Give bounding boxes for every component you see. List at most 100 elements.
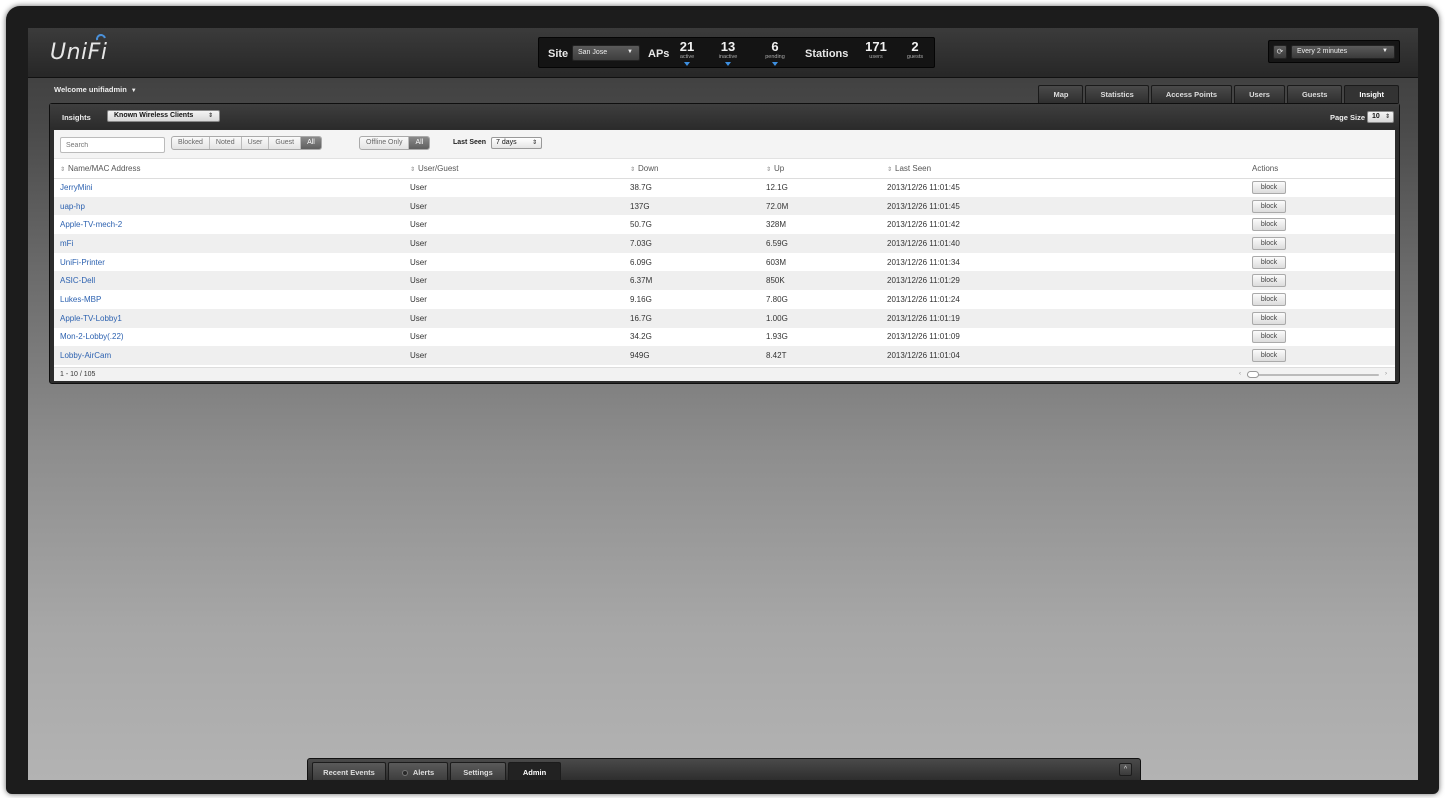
block-button[interactable]: block <box>1252 255 1286 269</box>
offline-filter-group: Offline Only All <box>359 136 431 150</box>
client-up: 6.59G <box>766 234 887 253</box>
client-down: 9.16G <box>630 294 652 304</box>
last-seen-label: Last Seen <box>453 139 487 146</box>
block-button[interactable]: block <box>1252 330 1286 344</box>
aps-pending-stat[interactable]: 6 pending <box>758 40 792 66</box>
tab-recent-events[interactable]: Recent Events <box>312 762 386 780</box>
filter-guest[interactable]: Guest <box>269 137 302 149</box>
client-up: 850K <box>766 271 887 291</box>
stat-label: pending <box>765 54 785 60</box>
client-name[interactable]: Apple-TV-mech-2 <box>54 215 410 234</box>
table-row: Apple-TV-Lobby1 User 16.7G 1.00G 2013/12/26 … <box>54 308 1395 328</box>
chevron-up-icon[interactable]: ^ <box>1119 763 1132 776</box>
tab-map[interactable]: Map <box>1038 85 1084 103</box>
block-button[interactable]: block <box>1252 199 1286 213</box>
filter-offline-only[interactable]: Offline Only <box>360 137 410 149</box>
search-input[interactable] <box>60 137 165 153</box>
page-size-select[interactable]: 10 ⇕ <box>1367 111 1394 123</box>
tab-alerts[interactable]: Alerts <box>388 762 448 780</box>
stations-users-stat[interactable]: 171 users <box>859 40 893 61</box>
caret-down-icon <box>725 62 731 66</box>
stat-number: 21 <box>679 39 695 54</box>
stat-number: 2 <box>911 39 919 54</box>
client-name[interactable]: Apple-TV-Lobby1 <box>54 308 410 328</box>
stations-guests-stat[interactable]: 2 guests <box>898 40 932 61</box>
site-select[interactable]: San Jose ▼ <box>572 45 640 61</box>
client-name[interactable]: ASIC-Dell <box>54 271 410 291</box>
client-last-seen: 2013/12/26 11:01:29 <box>887 271 1252 291</box>
tab-admin[interactable]: Admin <box>508 762 561 780</box>
caret-down-icon <box>772 62 778 66</box>
client-last-seen: 2013/12/26 11:01:09 <box>887 332 960 342</box>
actions-cell: block <box>1252 346 1395 365</box>
sort-icon: ⇕ <box>887 167 893 174</box>
client-down: 6.37M <box>630 271 766 291</box>
block-button[interactable]: block <box>1252 218 1286 232</box>
client-name[interactable]: mFi <box>54 234 410 253</box>
col-up[interactable]: ⇕ Up <box>766 160 887 179</box>
clients-content: Blocked Noted User Guest All Offline Onl… <box>54 130 1395 381</box>
page-size-value: 10 <box>1372 113 1380 120</box>
site-label: Site <box>548 48 569 60</box>
col-name[interactable]: ⇕ Name/MAC Address <box>54 160 410 179</box>
col-down[interactable]: ⇕ Down <box>630 160 766 179</box>
aps-label: APs <box>648 48 670 60</box>
client-name[interactable]: JerryMini <box>54 178 410 197</box>
block-button[interactable]: block <box>1252 311 1286 325</box>
tab-users[interactable]: Users <box>1234 85 1285 103</box>
tab-settings-bottom[interactable]: Settings <box>450 762 506 780</box>
client-down: 6.09G <box>630 257 652 267</box>
block-button[interactable]: block <box>1252 349 1286 363</box>
client-up: 8.42T <box>766 346 887 365</box>
client-last-seen: 2013/12/26 11:01:45 <box>887 183 960 193</box>
stat-label: active <box>679 54 695 60</box>
aps-inactive-stat[interactable]: 13 inactive <box>711 40 745 66</box>
page-slider[interactable]: ‹ › <box>1239 371 1387 378</box>
main-tabs: Map Statistics Access Points Users Guest… <box>1036 85 1399 103</box>
filter-user[interactable]: User <box>242 137 270 149</box>
refresh-icon[interactable]: ⟳ <box>1273 45 1287 59</box>
client-down: 137G <box>630 196 766 216</box>
filter-blocked[interactable]: Blocked <box>172 137 210 149</box>
tab-guests[interactable]: Guests <box>1286 85 1343 103</box>
client-name[interactable]: uap-hp <box>54 196 410 216</box>
last-seen-select[interactable]: 7 days ⇕ <box>491 137 542 149</box>
table-row: Lukes-MBP User 9.16G 7.80G 2013/12/26 11:01:… <box>54 290 1395 309</box>
slider-knob[interactable] <box>1247 371 1259 378</box>
refresh-interval-select[interactable]: Every 2 minutes ▼ <box>1291 45 1395 59</box>
welcome-menu[interactable]: Welcome unifiadmin ▼ <box>54 85 137 94</box>
tab-insight[interactable]: Insight <box>1344 85 1399 103</box>
client-down: 34.2G <box>630 332 652 342</box>
status-bar: Site San Jose ▼ APs 21 active 13 inactiv… <box>538 37 935 68</box>
tab-statistics[interactable]: Statistics <box>1085 85 1149 103</box>
client-name[interactable]: Mon-2-Lobby(.22) <box>54 328 410 347</box>
block-button[interactable]: block <box>1252 181 1286 195</box>
client-type: User <box>410 220 427 230</box>
filter-all[interactable]: All <box>301 137 321 149</box>
aps-active-stat[interactable]: 21 active <box>670 40 704 66</box>
client-down: 7.03G <box>630 234 766 253</box>
filter-offline-all[interactable]: All <box>409 137 430 149</box>
actions-cell: block <box>1252 308 1395 328</box>
select-arrows-icon: ⇕ <box>531 140 537 146</box>
block-button[interactable]: block <box>1252 274 1286 288</box>
client-type: User <box>410 332 427 342</box>
chevron-left-icon[interactable]: ‹ <box>1239 371 1241 377</box>
tab-access-points[interactable]: Access Points <box>1150 85 1233 103</box>
client-name[interactable]: Lukes-MBP <box>54 290 410 309</box>
client-name[interactable]: UniFi-Printer <box>54 253 410 272</box>
block-button[interactable]: block <box>1252 236 1286 250</box>
block-button[interactable]: block <box>1252 292 1286 306</box>
client-name[interactable]: Lobby-AirCam <box>54 346 410 365</box>
filter-noted[interactable]: Noted <box>210 137 242 149</box>
client-down: 949G <box>630 346 766 365</box>
col-last-seen[interactable]: ⇕ Last Seen <box>887 160 1252 179</box>
insights-select[interactable]: Known Wireless Clients ⇕ <box>107 110 220 122</box>
type-filter-group: Blocked Noted User Guest All <box>171 136 322 150</box>
stat-number: 13 <box>720 39 736 54</box>
client-last-seen: 2013/12/26 11:01:04 <box>887 346 1252 365</box>
chevron-right-icon[interactable]: › <box>1385 371 1387 377</box>
select-arrows-icon: ⇕ <box>207 113 213 119</box>
col-user-guest[interactable]: ⇕ User/Guest <box>410 160 630 179</box>
stat-number: 6 <box>771 39 779 54</box>
